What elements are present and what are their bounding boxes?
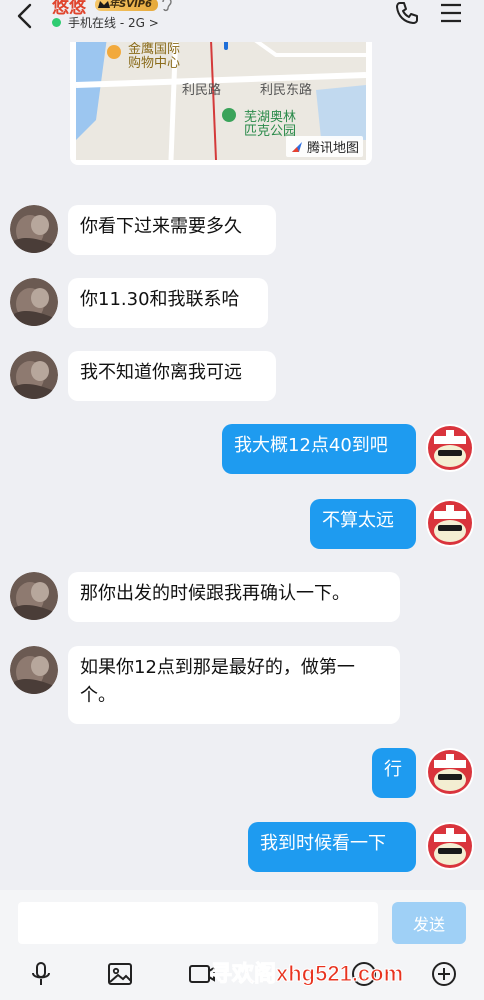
self-avatar[interactable] <box>426 822 474 870</box>
map-label-road-east: 利民东路 <box>260 83 313 98</box>
map-provider-text: 腾讯地图 <box>307 141 360 156</box>
contact-avatar[interactable] <box>10 646 58 694</box>
online-status-dot <box>52 18 61 27</box>
self-avatar[interactable] <box>426 424 474 472</box>
contact-avatar[interactable] <box>10 572 58 620</box>
chat-header: 悠悠 年SVIP6 手机在线 - 2G > <box>0 0 484 42</box>
send-button[interactable]: 发送 <box>392 902 466 944</box>
contact-avatar[interactable] <box>10 205 58 253</box>
online-status[interactable]: 手机在线 - 2G > <box>68 14 159 31</box>
incoming-message-bubble[interactable]: 如果你12点到那是最好的，做第一个。 <box>68 646 400 724</box>
outgoing-message-bubble[interactable]: 不算太远 <box>310 499 416 549</box>
outgoing-message-bubble[interactable]: 我到时候看一下 <box>248 822 416 872</box>
outgoing-message-bubble[interactable]: 行 <box>372 748 416 798</box>
incoming-message-bubble[interactable]: 你11.30和我联系哈 <box>68 278 268 328</box>
tencent-map-icon <box>292 142 302 152</box>
map-view[interactable]: 金鹰国际 购物中心 利民路 利民东路 芜湖奥林 匹克公园 腾讯地图 <box>76 30 366 160</box>
incoming-message-bubble[interactable]: 我不知道你离我可远 <box>68 351 276 401</box>
map-label-road: 利民路 <box>182 83 222 98</box>
menu-icon[interactable] <box>439 2 463 24</box>
location-map-card[interactable]: 金鹰国际 购物中心 利民路 利民东路 芜湖奥林 匹克公园 腾讯地图 <box>70 30 372 165</box>
map-provider-label: 腾讯地图 <box>286 136 364 157</box>
outgoing-message-bubble[interactable]: 我大概12点40到吧 <box>222 424 416 474</box>
image-icon[interactable] <box>106 960 134 988</box>
contact-avatar[interactable] <box>10 278 58 326</box>
crown-icon <box>98 1 110 8</box>
ear-icon <box>162 0 172 12</box>
contact-avatar[interactable] <box>10 351 58 399</box>
incoming-message-bubble[interactable]: 你看下过来需要多久 <box>68 205 276 255</box>
incoming-message-bubble[interactable]: 那你出发的时候跟我再确认一下。 <box>68 572 400 622</box>
map-label-mall-2: 购物中心 <box>128 56 181 71</box>
phone-call-icon[interactable] <box>394 0 420 26</box>
site-watermark: 寻欢阁xhg521.com <box>209 961 404 987</box>
back-arrow-icon[interactable] <box>12 2 38 30</box>
message-input[interactable] <box>18 902 378 944</box>
microphone-icon[interactable] <box>27 960 55 988</box>
plus-icon[interactable] <box>430 960 458 988</box>
self-avatar[interactable] <box>426 499 474 547</box>
self-avatar[interactable] <box>426 748 474 796</box>
